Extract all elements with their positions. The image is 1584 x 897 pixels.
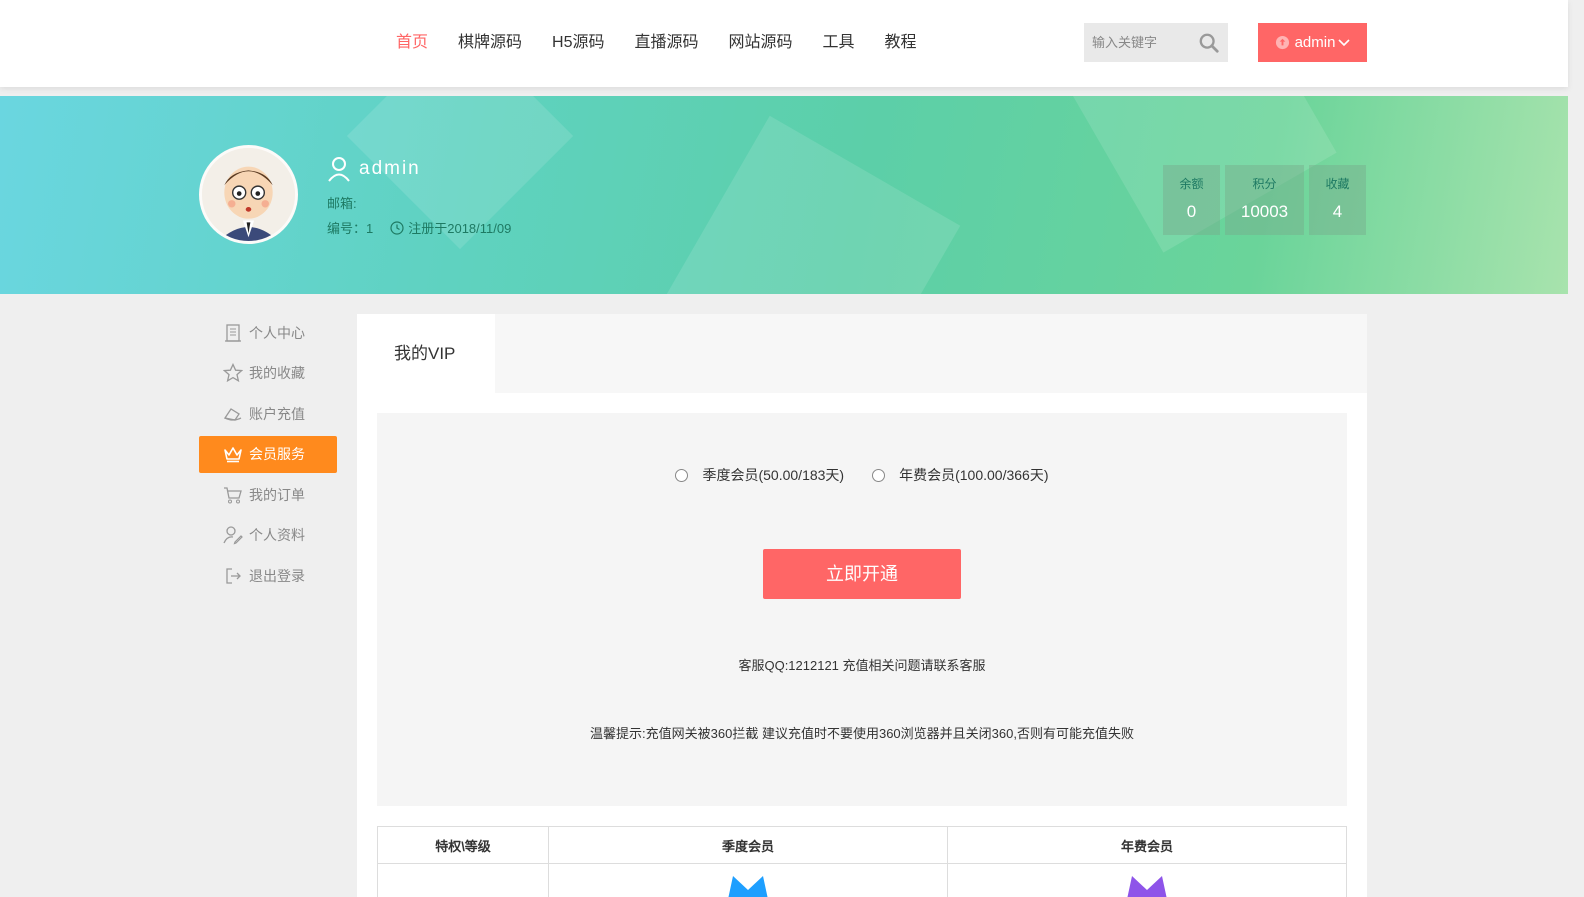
- sidebar-item-logout[interactable]: 退出登录: [199, 557, 337, 594]
- nav-item-live[interactable]: 直播源码: [635, 31, 699, 55]
- sidebar-item-vip[interactable]: 会员服务: [199, 435, 337, 473]
- warning-tip-text: 温馨提示:充值网关被360拦截 建议充值时不要使用360浏览器并且关闭360,否…: [590, 726, 1134, 741]
- vip-option-year[interactable]: 年费会员(100.00/366天): [872, 465, 1049, 485]
- user-icon: [328, 157, 350, 182]
- wallet-icon: [223, 407, 242, 421]
- profile-registered: 注册于2018/11/09: [408, 221, 512, 236]
- sidebar-item-profile[interactable]: 个人资料: [199, 517, 337, 554]
- main-content: 我的VIP 季度会员(50.00/183天) 年费会员(100.00/366天)…: [357, 314, 1367, 897]
- sidebar-item-label: 会员服务: [249, 446, 305, 462]
- table-cell: [377, 863, 549, 897]
- cart-icon: [224, 486, 242, 503]
- table-header: 特权\等级: [377, 826, 549, 864]
- profile-email: 邮箱:: [327, 196, 357, 211]
- sidebar-item-label: 我的收藏: [249, 365, 305, 381]
- profile-meta: 编号：1 注册于2018/11/09: [327, 218, 511, 237]
- sidebar-item-profile-center[interactable]: 个人中心: [199, 314, 337, 351]
- search-box: [1084, 23, 1228, 62]
- sidebar-item-label: 退出登录: [249, 567, 305, 584]
- nav-item-tutorial[interactable]: 教程: [885, 31, 917, 55]
- table-cell: [548, 863, 948, 897]
- tab-my-vip[interactable]: 我的VIP: [357, 314, 495, 393]
- nav-item-chess[interactable]: 棋牌源码: [458, 31, 522, 55]
- stat-balance[interactable]: 余额 0: [1163, 165, 1220, 235]
- table-header: 季度会员: [548, 826, 948, 864]
- username-text: admin: [359, 158, 421, 179]
- profile-stats: 余额 0 积分 10003 收藏 4: [1163, 165, 1366, 235]
- stat-value: 10003: [1240, 202, 1289, 221]
- sidebar-item-label: 我的订单: [249, 486, 305, 503]
- search-icon[interactable]: [1198, 32, 1220, 54]
- tab-bar: 我的VIP: [357, 314, 1367, 393]
- profile-username: admin: [327, 156, 421, 182]
- user-edit-icon: [223, 526, 243, 545]
- nav-item-website[interactable]: 网站源码: [729, 31, 793, 55]
- banner-decoration: [659, 115, 961, 294]
- stat-label: 余额: [1179, 177, 1204, 191]
- sidebar-item-label: 账户充值: [249, 405, 305, 422]
- vip-option-label: 年费会员(100.00/366天): [899, 467, 1049, 483]
- sidebar-item-label: 个人资料: [249, 527, 305, 543]
- vip-options: 季度会员(50.00/183天) 年费会员(100.00/366天): [377, 465, 1347, 485]
- stat-label: 积分: [1252, 177, 1277, 191]
- stat-label: 收藏: [1325, 177, 1350, 191]
- chevron-down-icon: [1338, 38, 1350, 46]
- logout-icon: [226, 567, 241, 584]
- sidebar: 个人中心 我的收藏 账户充值 会员服务 我的订单 个人资料 退出登录: [199, 314, 337, 598]
- nav-item-home[interactable]: 首页: [396, 31, 428, 55]
- sidebar-item-favorites[interactable]: 我的收藏: [199, 355, 337, 392]
- clock-icon: [390, 220, 404, 235]
- table-header-row: 特权\等级 季度会员 年费会员: [377, 826, 1347, 864]
- nav-item-h5[interactable]: H5源码: [552, 31, 604, 55]
- sidebar-item-orders[interactable]: 我的订单: [199, 476, 337, 513]
- shield-icon: [1275, 35, 1289, 50]
- search-input[interactable]: [1084, 23, 1192, 62]
- customer-service-text: 客服QQ:1212121 充值相关问题请联系客服: [738, 658, 986, 673]
- user-menu-label: admin: [1294, 34, 1336, 51]
- vip-option-quarter[interactable]: 季度会员(50.00/183天): [675, 465, 844, 485]
- radio-button[interactable]: [675, 468, 689, 482]
- star-icon: [223, 363, 243, 383]
- sidebar-item-recharge[interactable]: 账户充值: [199, 395, 337, 432]
- stat-value: 4: [1332, 202, 1343, 221]
- crown-icon: [224, 447, 242, 463]
- top-header: 首页 棋牌源码 H5源码 直播源码 网站源码 工具 教程 admin: [0, 0, 1568, 87]
- vip-badge-icon: [728, 876, 768, 897]
- main-nav: 首页 棋牌源码 H5源码 直播源码 网站源码 工具 教程: [396, 31, 947, 55]
- table-cell: [947, 863, 1347, 897]
- activate-now-button[interactable]: 立即开通: [763, 549, 961, 599]
- user-menu-button[interactable]: admin: [1258, 23, 1367, 62]
- building-icon: [225, 323, 241, 342]
- vip-badge-icon: [1127, 876, 1167, 897]
- stat-points[interactable]: 积分 10003: [1225, 165, 1304, 235]
- privilege-table: 特权\等级 季度会员 年费会员: [377, 826, 1347, 897]
- avatar: [199, 145, 298, 244]
- stat-favorites[interactable]: 收藏 4: [1309, 165, 1366, 235]
- table-row: [377, 863, 1347, 897]
- sidebar-item-label: 个人中心: [249, 324, 305, 341]
- nav-item-tools[interactable]: 工具: [823, 31, 855, 55]
- table-header: 年费会员: [947, 826, 1347, 864]
- vip-purchase-panel: 季度会员(50.00/183天) 年费会员(100.00/366天) 立即开通 …: [377, 413, 1347, 806]
- stat-value: 0: [1186, 202, 1197, 221]
- radio-button[interactable]: [872, 468, 886, 482]
- vip-option-label: 季度会员(50.00/183天): [702, 467, 845, 483]
- profile-banner: admin 邮箱: 编号：1 注册于2018/11/09 余额 0 积分 100…: [0, 96, 1568, 294]
- profile-id: 编号：1: [327, 221, 374, 236]
